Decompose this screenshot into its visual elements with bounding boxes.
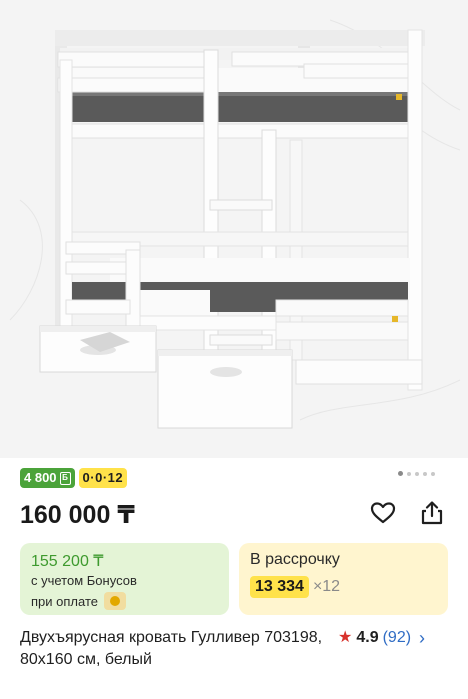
kaspi-pay-icon [103, 592, 126, 610]
product-rating[interactable]: ★ 4.9 (92) › [338, 627, 425, 649]
bunk-bed-illustration [0, 0, 468, 458]
carousel-dot [431, 471, 435, 476]
share-icon [421, 501, 443, 525]
carousel-dot [407, 471, 411, 476]
product-price: 160 000 ₸ [20, 501, 135, 529]
bonus-note: с учетом Бонусов [31, 573, 137, 588]
bonus-payment-note: при оплате [31, 592, 126, 610]
favorite-button[interactable] [368, 498, 398, 528]
star-icon: ★ [338, 629, 353, 646]
bonus-b-icon: Б [59, 471, 71, 485]
installment-title: В рассрочку [250, 551, 340, 568]
installment-payment: 13 334 ×12 [250, 576, 340, 598]
rating-score: 4.9 [356, 629, 379, 646]
installment-months: ×12 [312, 578, 341, 595]
share-button[interactable] [417, 498, 447, 528]
installment-amount: 13 334 [250, 576, 309, 598]
product-title: Двухъярусная кровать Гулливер 703198, 80… [20, 629, 323, 668]
carousel-dot [423, 471, 427, 476]
bonus-price-card[interactable]: 155 200 ₸ с учетом Бонусов при оплате [20, 543, 229, 615]
carousel-indicator [398, 471, 435, 476]
bonus-payment-label: при оплате [31, 593, 98, 609]
bonus-badge-amount: 4 800 [24, 470, 57, 485]
heart-icon [370, 502, 396, 524]
bonus-badge[interactable]: 4 800 Б [20, 468, 75, 488]
chevron-right-icon[interactable]: › [419, 627, 425, 649]
product-image[interactable] [0, 0, 468, 458]
promo-badges: 4 800 Б 0·0·12 [20, 468, 128, 488]
carousel-dot-active [398, 471, 403, 476]
bonus-price: 155 200 ₸ [31, 553, 104, 570]
installment-badge[interactable]: 0·0·12 [78, 468, 128, 488]
carousel-dot [415, 471, 419, 476]
review-count-link[interactable]: (92) [383, 627, 411, 649]
installment-card[interactable]: В рассрочку 13 334 ×12 [239, 543, 448, 615]
